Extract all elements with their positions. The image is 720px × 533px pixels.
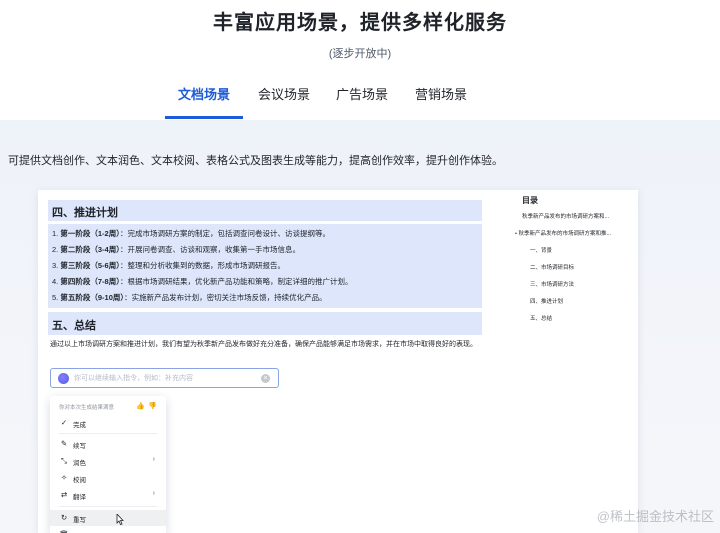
ai-assistant-icon <box>58 373 69 384</box>
page-title: 丰富应用场景，提供多样化服务 <box>213 12 507 34</box>
list-item: 4. 第四阶段（7-8周）：根据市场调研结果，优化新产品功能和策略，制定详细的推… <box>52 277 353 286</box>
page-subtitle: (逐步开放中) <box>328 48 392 60</box>
hero-section: 丰富应用场景，提供多样化服务 (逐步开放中) 文档场景 会议场景 广告场景 营销… <box>0 0 720 120</box>
scenario-tabs: 文档场景 会议场景 广告场景 营销场景 <box>0 86 720 120</box>
menu-item-rewrite[interactable]: ↻ 重写 <box>50 510 166 526</box>
proofread-icon: ✧ <box>60 473 68 482</box>
toc-title: 目录 <box>522 196 538 205</box>
menu-item-translate[interactable]: ⇄ 翻译 › <box>50 487 166 503</box>
menu-item-finish[interactable]: ✓ 完成 <box>50 415 166 431</box>
tab-advertising[interactable]: 广告场景 <box>326 86 398 118</box>
toc-item[interactable]: 三、市场调研方法 <box>530 280 574 288</box>
menu-item-proofread[interactable]: ✧ 校阅 <box>50 470 166 486</box>
feedback-prompt: 你对本次生成结果满意 <box>59 405 115 411</box>
pen-icon: ✎ <box>60 439 68 448</box>
section-heading-summary: 五、总结 <box>52 320 96 332</box>
chevron-right-icon: › <box>152 456 155 463</box>
tab-document[interactable]: 文档场景 <box>168 86 240 118</box>
close-icon[interactable]: × <box>261 374 270 383</box>
scenario-description: 可提供文档创作、文本润色、文本校阅、表格公式及图表生成等能力，提高创作效率，提升… <box>8 155 503 167</box>
active-tab-indicator <box>165 116 243 119</box>
ai-instruction-input[interactable] <box>74 371 254 385</box>
selection-highlight <box>48 312 482 335</box>
toc-item[interactable]: • 秋季新产品发布的市场调研方案和推... <box>515 229 611 237</box>
menu-item-polish[interactable]: ⤡ 润色 › <box>50 453 166 469</box>
menu-divider <box>59 506 157 507</box>
document-preview: 四、推进计划 1. 第一阶段（1-2周）：完成市场调研方案的制定，包括调查问卷设… <box>38 190 638 533</box>
list-item: 2. 第二阶段（3-4周）：开展问卷调查、访谈和观察，收集第一手市场信息。 <box>52 245 300 254</box>
summary-paragraph: 通过以上市场调研方案和推进计划，我们有望为秋季新产品发布做好充分准备，确保产品能… <box>50 341 477 348</box>
ai-prompt-box: × <box>50 368 279 388</box>
check-icon: ✓ <box>60 418 68 427</box>
list-item: 1. 第一阶段（1-2周）：完成市场调研方案的制定，包括调查问卷设计、访谈提纲等… <box>52 229 330 238</box>
polish-icon: ⤡ <box>61 456 67 465</box>
list-item: 5. 第五阶段（9-10周）：实施新产品发布计划，密切关注市场反馈，持续优化产品… <box>52 293 327 302</box>
tab-marketing[interactable]: 营销场景 <box>405 86 477 118</box>
menu-item-delete[interactable]: 🗑 删除 <box>50 527 166 533</box>
toc-item[interactable]: 二、市场调研目标 <box>530 263 574 271</box>
translate-icon: ⇄ <box>60 490 68 499</box>
scenario-showcase: 可提供文档创作、文本润色、文本校阅、表格公式及图表生成等能力，提高创作效率，提升… <box>0 120 720 533</box>
section-heading-plan: 四、推进计划 <box>52 207 118 219</box>
chevron-right-icon: › <box>152 490 155 497</box>
ai-action-menu: 你对本次生成结果满意 👍 👎 ✓ 完成 ✎ 续写 ⤡ 润色 › ✧ 校阅 ⇄ 翻… <box>50 396 166 533</box>
thumbs-up-icon[interactable]: 👍 <box>136 402 145 410</box>
menu-divider <box>59 433 157 434</box>
menu-item-continue[interactable]: ✎ 续写 <box>50 436 166 452</box>
toc-item[interactable]: 五、总结 <box>530 314 552 322</box>
toc-item[interactable]: 秋季新产品发布的市场调研方案和... <box>522 212 609 220</box>
refresh-icon: ↻ <box>60 513 68 522</box>
toc-item[interactable]: 一、背景 <box>530 246 552 254</box>
watermark: @稀土掘金技术社区 <box>596 509 714 524</box>
toc-item[interactable]: 四、推进计划 <box>530 297 563 305</box>
tab-meeting[interactable]: 会议场景 <box>248 86 320 118</box>
thumbs-down-icon[interactable]: 👎 <box>148 402 157 410</box>
list-item: 3. 第三阶段（5-6周）：整理和分析收集到的数据，形成市场调研报告。 <box>52 261 285 270</box>
mouse-cursor-icon <box>116 514 124 525</box>
